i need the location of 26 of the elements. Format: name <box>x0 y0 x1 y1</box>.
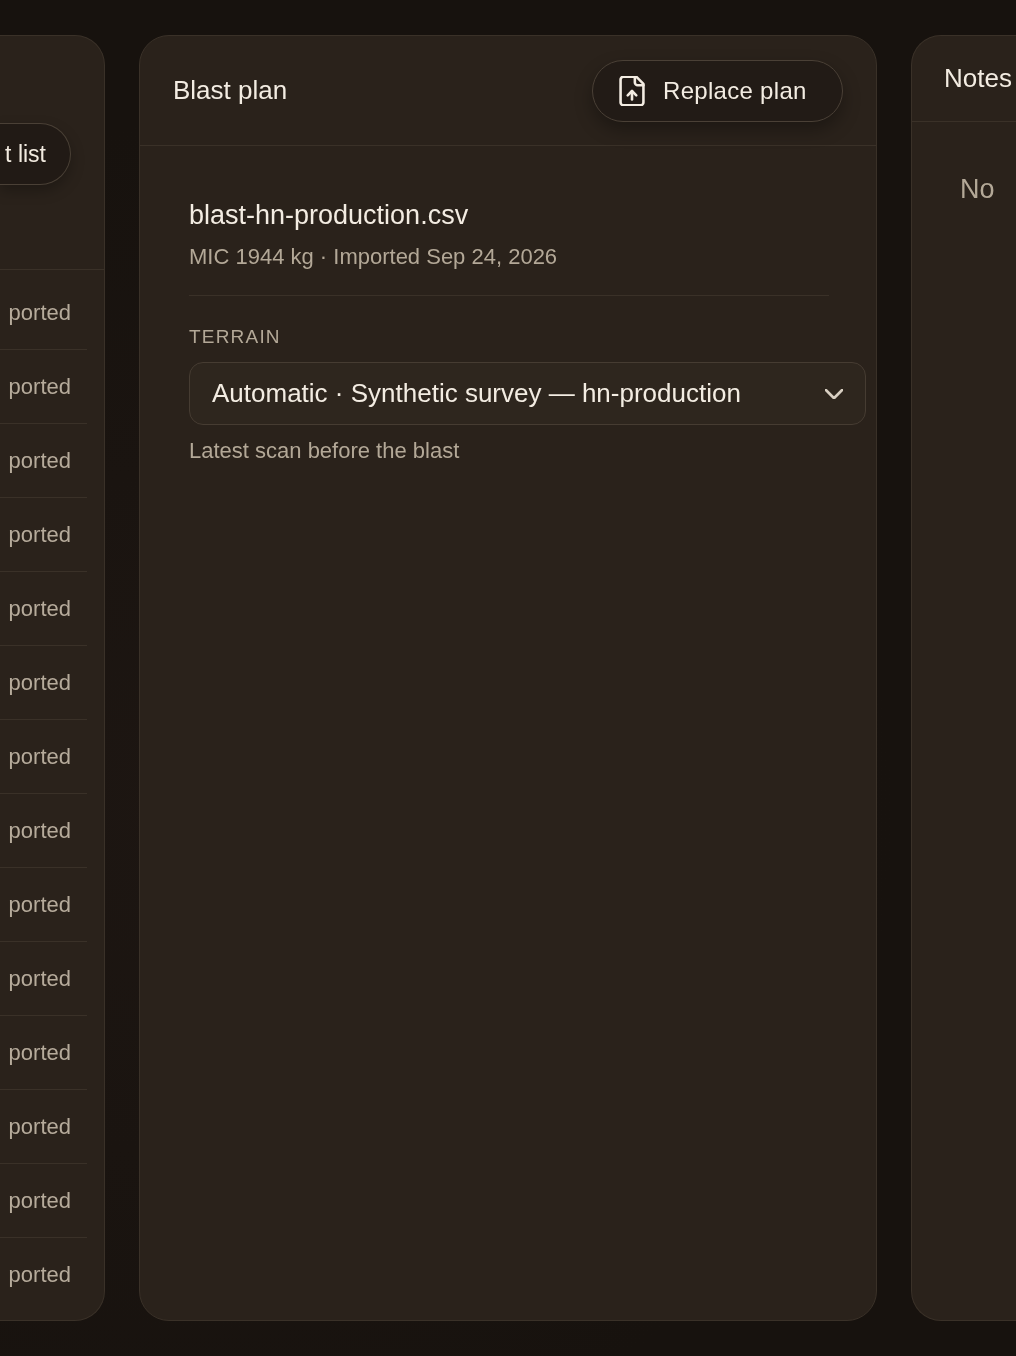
list-item-status: ported <box>8 299 71 326</box>
terrain-select[interactable]: Automatic · Synthetic survey — hn-production <box>189 362 866 425</box>
file-name: blast-hn-production.csv <box>189 199 470 232</box>
empty-notes-text: No <box>960 174 995 204</box>
list-item-status: ported <box>8 743 71 770</box>
list-item-status: ported <box>8 669 71 696</box>
chevron-down-icon <box>825 388 843 399</box>
list-item-status: ported <box>8 891 71 918</box>
file-upload-icon <box>619 75 645 106</box>
list-item-status: ported <box>8 521 71 548</box>
panel-title: Notes <box>944 63 1012 94</box>
list-item-status: ported <box>8 373 71 400</box>
list-item-status: ported <box>8 595 71 622</box>
terrain-label: TERRAIN <box>189 325 282 349</box>
list-item-status: ported <box>8 1039 71 1066</box>
list-item-status: ported <box>8 965 71 992</box>
replace-plan-button[interactable]: Replace plan <box>592 59 843 122</box>
list-item-status: ported <box>8 1262 71 1288</box>
terrain-hint: Latest scan before the blast <box>189 437 461 465</box>
list-item-status: ported <box>8 1187 71 1214</box>
file-meta: MIC 1944 kg · Imported Sep 24, 2026 <box>189 243 559 271</box>
list-button[interactable]: t list <box>0 123 71 185</box>
list-item-status: ported <box>8 447 71 474</box>
list-item-status: ported <box>8 1113 71 1140</box>
list-item-status: ported <box>8 817 71 844</box>
panel-title: Blast plan <box>173 75 288 106</box>
